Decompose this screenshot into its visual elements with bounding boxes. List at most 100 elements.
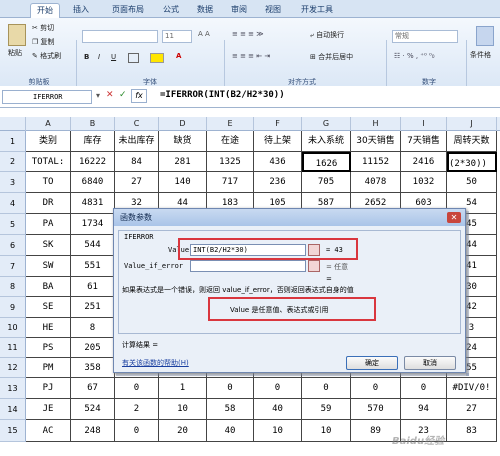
cell-B12[interactable]: 358 bbox=[71, 358, 115, 378]
cell-A2[interactable]: TOTAL: bbox=[26, 152, 71, 172]
wrap-text-button[interactable]: ⤶ 自动换行 bbox=[310, 30, 344, 40]
row-header[interactable]: 13 bbox=[0, 378, 26, 399]
cell-I1[interactable]: 7天销售 bbox=[401, 131, 447, 152]
align-top-icon[interactable]: ≡ ≡ ≡ ≫ bbox=[232, 30, 264, 38]
cell-A12[interactable]: PM bbox=[26, 358, 71, 378]
cell-D1[interactable]: 缺货 bbox=[159, 131, 207, 152]
cell-H1[interactable]: 30天销售 bbox=[351, 131, 401, 152]
tab-data[interactable]: 数据 bbox=[190, 3, 220, 18]
column-header-I[interactable]: I bbox=[401, 117, 447, 131]
cell-B11[interactable]: 205 bbox=[71, 338, 115, 358]
cell-A13[interactable]: PJ bbox=[26, 378, 71, 399]
cell-B10[interactable]: 8 bbox=[71, 318, 115, 338]
cell-C3[interactable]: 27 bbox=[115, 172, 159, 193]
paste-button[interactable]: 粘贴 bbox=[8, 48, 22, 58]
cell-D15[interactable]: 20 bbox=[159, 420, 207, 442]
cell-A15[interactable]: AC bbox=[26, 420, 71, 442]
cell-A5[interactable]: PA bbox=[26, 214, 71, 235]
cell-C13[interactable]: 0 bbox=[115, 378, 159, 399]
cell-H13[interactable]: 0 bbox=[351, 378, 401, 399]
cell-B15[interactable]: 248 bbox=[71, 420, 115, 442]
cell-B3[interactable]: 6840 bbox=[71, 172, 115, 193]
tab-page-layout[interactable]: 页面布局 bbox=[104, 3, 152, 18]
cell-B13[interactable]: 67 bbox=[71, 378, 115, 399]
font-color-icon[interactable]: A bbox=[176, 52, 181, 60]
column-header-D[interactable]: D bbox=[159, 117, 207, 131]
row-header[interactable]: 8 bbox=[0, 277, 26, 297]
font-size-combo[interactable]: 11 bbox=[162, 30, 192, 43]
column-header-F[interactable]: F bbox=[254, 117, 302, 131]
cell-C14[interactable]: 2 bbox=[115, 399, 159, 420]
cell-F1[interactable]: 待上架 bbox=[254, 131, 302, 152]
name-box-dropdown-icon[interactable]: ▾ bbox=[96, 91, 100, 100]
cell-B6[interactable]: 544 bbox=[71, 235, 115, 256]
cell-B2[interactable]: 16222 bbox=[71, 152, 115, 172]
row-header[interactable]: 2 bbox=[0, 152, 26, 172]
select-all-corner[interactable] bbox=[0, 117, 26, 131]
cell-G14[interactable]: 59 bbox=[302, 399, 351, 420]
cell-F14[interactable]: 40 bbox=[254, 399, 302, 420]
font-grow-icon[interactable]: A A bbox=[198, 30, 210, 38]
ok-button[interactable]: 确定 bbox=[346, 356, 398, 370]
conditional-format-icon[interactable] bbox=[476, 26, 494, 46]
fill-color-icon[interactable] bbox=[150, 53, 164, 63]
column-header-B[interactable]: B bbox=[71, 117, 115, 131]
value-if-error-input[interactable] bbox=[190, 260, 306, 272]
enter-icon[interactable]: ✓ bbox=[119, 90, 127, 100]
row-header[interactable]: 15 bbox=[0, 420, 26, 442]
cell-A1[interactable]: 类别 bbox=[26, 131, 71, 152]
row-header[interactable]: 10 bbox=[0, 318, 26, 338]
conditional-format-button[interactable]: 条件格 bbox=[470, 50, 491, 60]
underline-button[interactable]: U bbox=[111, 53, 116, 61]
cell-I2[interactable]: 2416 bbox=[401, 152, 447, 172]
function-help-link[interactable]: 有关该函数的帮助(H) bbox=[122, 358, 189, 368]
cell-G2[interactable]: 1626 bbox=[302, 152, 351, 172]
tab-view[interactable]: 视图 bbox=[258, 3, 288, 18]
cell-D14[interactable]: 10 bbox=[159, 399, 207, 420]
cell-F2[interactable]: 436 bbox=[254, 152, 302, 172]
number-format-combo[interactable]: 常规 bbox=[392, 30, 458, 43]
merge-center-button[interactable]: ⊞ 合并后居中 bbox=[310, 52, 353, 62]
cell-A8[interactable]: BA bbox=[26, 277, 71, 297]
column-header-G[interactable]: G bbox=[302, 117, 351, 131]
cell-A3[interactable]: TO bbox=[26, 172, 71, 193]
cell-H2[interactable]: 11152 bbox=[351, 152, 401, 172]
align-left-icon[interactable]: ≡ ≡ ≡ ⇤ ⇥ bbox=[232, 52, 270, 60]
collapse-dialog-icon[interactable] bbox=[308, 260, 320, 272]
column-header-J[interactable]: J bbox=[447, 117, 497, 131]
cell-G15[interactable]: 10 bbox=[302, 420, 351, 442]
border-icon[interactable] bbox=[128, 53, 139, 63]
column-header-H[interactable]: H bbox=[351, 117, 401, 131]
cell-B1[interactable]: 库存 bbox=[71, 131, 115, 152]
row-header[interactable]: 6 bbox=[0, 235, 26, 256]
format-painter-button[interactable]: ✎ 格式刷 bbox=[32, 51, 61, 61]
tab-review[interactable]: 审阅 bbox=[224, 3, 254, 18]
cell-F13[interactable]: 0 bbox=[254, 378, 302, 399]
cell-I14[interactable]: 94 bbox=[401, 399, 447, 420]
cell-A4[interactable]: DR bbox=[26, 193, 71, 214]
cell-E2[interactable]: 1325 bbox=[207, 152, 254, 172]
row-header[interactable]: 3 bbox=[0, 172, 26, 193]
cell-D3[interactable]: 140 bbox=[159, 172, 207, 193]
copy-button[interactable]: ❐ 复制 bbox=[32, 37, 55, 47]
row-header[interactable]: 4 bbox=[0, 193, 26, 214]
italic-button[interactable]: I bbox=[98, 53, 100, 61]
paste-icon[interactable] bbox=[8, 24, 26, 46]
cell-E1[interactable]: 在途 bbox=[207, 131, 254, 152]
cell-H14[interactable]: 570 bbox=[351, 399, 401, 420]
cell-A10[interactable]: HE bbox=[26, 318, 71, 338]
currency-icon[interactable]: ☷ · % , ⁺⁰ ⁰₀ bbox=[394, 52, 435, 60]
cell-J14[interactable]: 27 bbox=[447, 399, 497, 420]
cell-B5[interactable]: 1734 bbox=[71, 214, 115, 235]
cell-G3[interactable]: 705 bbox=[302, 172, 351, 193]
cell-C15[interactable]: 0 bbox=[115, 420, 159, 442]
cell-E13[interactable]: 0 bbox=[207, 378, 254, 399]
cell-D13[interactable]: 1 bbox=[159, 378, 207, 399]
row-header[interactable]: 7 bbox=[0, 256, 26, 277]
column-header-A[interactable]: A bbox=[26, 117, 71, 131]
row-header[interactable]: 14 bbox=[0, 399, 26, 420]
cell-J2[interactable]: (2*30)) bbox=[447, 152, 497, 172]
cell-A6[interactable]: SK bbox=[26, 235, 71, 256]
cell-A7[interactable]: SW bbox=[26, 256, 71, 277]
cell-E14[interactable]: 58 bbox=[207, 399, 254, 420]
